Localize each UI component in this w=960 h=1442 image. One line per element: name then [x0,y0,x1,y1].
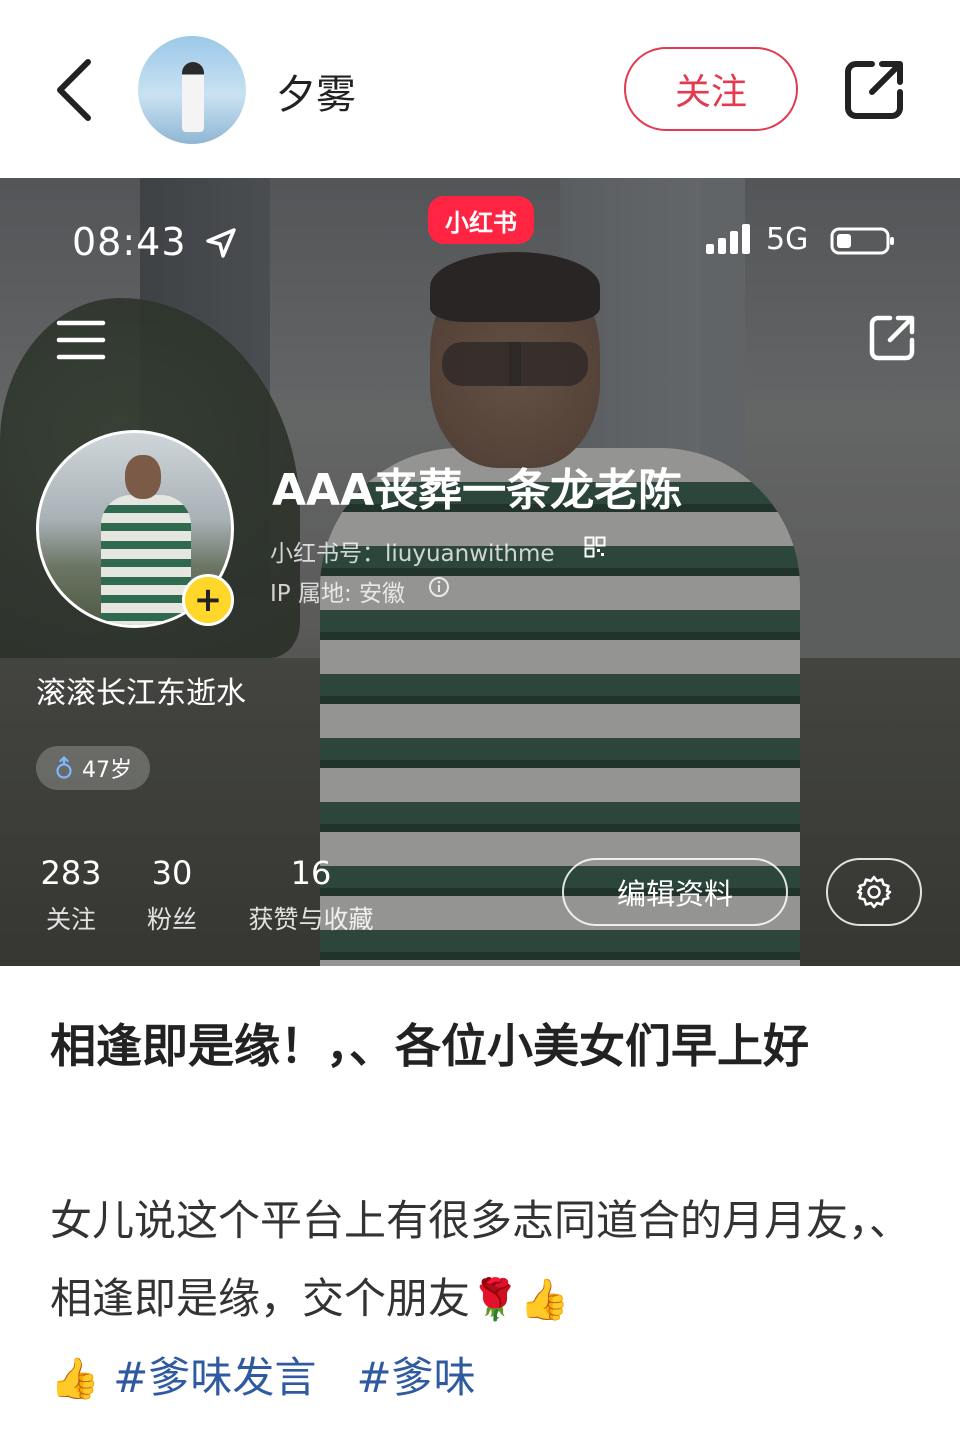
author-name[interactable]: 夕雾 [276,62,356,120]
network-label: 5G [766,222,809,257]
rose-thumbs-emoji: 🌹👍 [470,1277,570,1323]
gear-icon [856,875,892,909]
age-tag: 47岁 [36,746,150,790]
qr-code-icon[interactable] [584,536,606,558]
profile-share-icon[interactable] [868,314,916,362]
menu-icon[interactable] [56,318,106,362]
back-button[interactable] [50,58,100,122]
follow-button[interactable]: 关注 [624,47,798,131]
profile-screenshot: 08:43 小红书 5G + AAA丧葬一条龙老陈 小红书号：liuyuanwi… [0,178,960,966]
profile-bio: 滚滚长江东逝水 [36,676,246,711]
share-button[interactable] [842,58,906,122]
stat-value: 30 [151,854,193,892]
stat-value: 283 [40,854,102,892]
hashtag-link[interactable]: #爹味 [356,1353,475,1402]
age-label: 47岁 [82,758,132,783]
chevron-left-icon [57,59,91,121]
hashtag-link[interactable]: #爹味发言 [113,1353,316,1402]
stat-label: 关注 [45,905,96,934]
author-avatar[interactable] [138,36,246,144]
stat-label: 获赞与收藏 [248,905,374,934]
profile-name: AAA丧葬一条龙老陈 [272,465,683,516]
xiaohongshu-logo: 小红书 [428,196,534,244]
top-bar: 夕雾 关注 [0,0,960,178]
male-icon [56,756,72,779]
signal-icon [706,224,750,254]
stat-following[interactable]: 283 关注 [34,854,108,936]
thumbs-up-emoji: 👍 [50,1356,100,1402]
settings-button[interactable] [826,858,922,926]
add-icon[interactable]: + [182,574,234,626]
info-icon[interactable] [428,576,450,598]
stat-followers[interactable]: 30 粉丝 [140,854,204,936]
status-time: 08:43 [72,220,187,264]
ip-location: IP 属地: 安徽 [270,581,406,607]
share-icon [845,61,903,119]
redbook-id: 小红书号：liuyuanwithme [270,541,555,567]
stat-label: 粉丝 [146,905,197,934]
location-arrow-icon [206,228,236,258]
battery-icon [830,227,894,255]
post-body: 女儿说这个平台上有很多志同道合的月月友，、相逢即是缘，交个朋友🌹👍 👍 #爹味发… [50,1182,920,1418]
stat-value: 16 [290,854,332,892]
post-title: 相逢即是缘！，、各位小美女们早上好 [50,1019,809,1073]
edit-profile-button[interactable]: 编辑资料 [562,858,788,926]
stat-likes-collects[interactable]: 16 获赞与收藏 [240,854,382,936]
